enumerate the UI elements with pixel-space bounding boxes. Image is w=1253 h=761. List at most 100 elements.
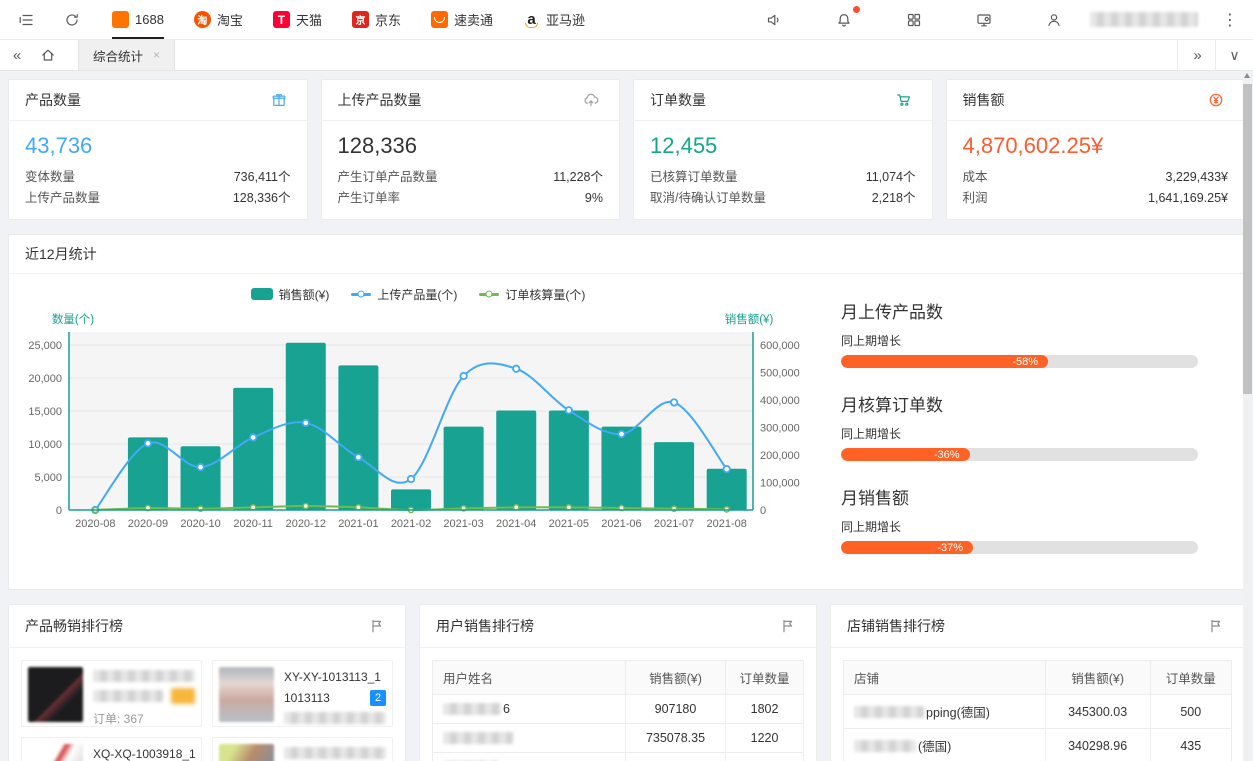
legend-item-订单核算量(个)[interactable]: 订单核算量(个)	[479, 286, 585, 303]
platform-tab-1688[interactable]: 1688	[112, 0, 164, 39]
scrollbar-thumb[interactable]	[1243, 84, 1252, 394]
legend-item-销售额(¥)[interactable]: 销售额(¥)	[251, 286, 330, 303]
user-rank-title: 用户销售排行榜	[436, 616, 534, 636]
platform-label: 淘宝	[217, 10, 243, 29]
platform-tab-亚马逊[interactable]: a亚马逊	[523, 0, 585, 39]
redacted-name: (德国)	[854, 736, 1035, 755]
product-image	[219, 667, 274, 722]
growth-percent: -58%	[1012, 356, 1038, 368]
tmall-icon: T	[273, 11, 290, 28]
bar-2020-11	[233, 388, 273, 510]
orders-cell: 1220	[726, 724, 804, 753]
product-sku-text: XY-XY-1013113_1	[284, 670, 381, 684]
user-rank-panel: 用户销售排行榜 用户姓名销售额(¥)订单数量69071801802735078.…	[419, 604, 817, 761]
stat-card-header: 上传产品数量	[322, 80, 620, 121]
page-scrollbar[interactable]	[1243, 71, 1252, 761]
axis-label: 2021-05	[549, 518, 589, 530]
redacted-block	[443, 732, 513, 744]
bell-icon[interactable]	[832, 8, 856, 32]
product-card-lines	[284, 744, 386, 761]
axis-label: 2020-12	[286, 518, 326, 530]
axis-label: 0	[760, 505, 766, 517]
username-redacted[interactable]	[1090, 12, 1198, 27]
taobao-icon: 淘	[194, 11, 211, 28]
growth-panel: 月上传产品数同上期增长-58%月核算订单数同上期增长-36%月销售额同上期增长-…	[823, 282, 1236, 577]
stat-sub-label: 产生订单率	[338, 188, 401, 209]
product-card-line: 订单: 367	[93, 710, 195, 727]
axis-label: 2020-08	[75, 518, 115, 530]
platform-label: 速卖通	[454, 10, 493, 29]
scroll-up-arrow-icon[interactable]	[1244, 73, 1250, 78]
product-image	[219, 744, 274, 761]
growth-percent: -37%	[937, 542, 963, 554]
stat-card-title: 销售额	[963, 90, 1005, 110]
column-header: 订单数量	[726, 661, 804, 695]
more-icon[interactable]: ⋮	[1222, 10, 1239, 30]
shop-rank-body: 店铺销售额(¥)订单数量pping(德国)345300.03500(德国)340…	[831, 648, 1244, 761]
marker	[723, 466, 729, 472]
orders-cell: 1802	[726, 695, 804, 724]
growth-percent: -36%	[934, 449, 960, 461]
axis-label: 2021-07	[654, 518, 694, 530]
marker	[355, 454, 361, 460]
axis-label: 2020-10	[180, 518, 220, 530]
sales-cell: 345300.03	[1045, 695, 1150, 729]
platform-tab-淘宝[interactable]: 淘淘宝	[194, 0, 243, 39]
axis-label: 数量(个)	[52, 312, 94, 326]
table-body: 69071801802735078.35122055603264.1311296…	[433, 695, 804, 761]
home-icon[interactable]	[32, 40, 64, 70]
tab-summary-statistics[interactable]: 综合统计 ×	[78, 40, 175, 70]
bar-2021-08	[707, 469, 747, 510]
table-row: 55603264.131129	[433, 753, 804, 761]
tabbar-right: » ∨	[1177, 40, 1253, 70]
close-icon[interactable]: ×	[153, 48, 160, 62]
combo-chart: 05,00010,00015,00020,00025,0000100,00020…	[13, 310, 823, 540]
sales-cell: 603264.13	[625, 753, 725, 761]
platform-tab-天猫[interactable]: T 天猫	[273, 0, 322, 39]
platform-tab-京东[interactable]: 京京东	[352, 0, 401, 39]
speaker-icon[interactable]	[762, 8, 786, 32]
stat-sub-value: 3,229,433¥	[1165, 167, 1228, 188]
stat-sub-label: 上传产品数量	[25, 188, 100, 209]
tab-overflow-icon[interactable]: »	[1177, 40, 1215, 70]
apps-icon[interactable]	[902, 8, 926, 32]
growth-title: 月核算订单数	[841, 391, 1198, 416]
product-card[interactable]	[212, 737, 393, 761]
collapse-tabs-icon[interactable]: «	[0, 40, 32, 70]
legend-item-上传产品量(个)[interactable]: 上传产品量(个)	[351, 286, 457, 303]
shop-rank-title: 店铺销售排行榜	[847, 616, 945, 636]
user-name-cell: 6	[433, 695, 626, 724]
stat-card-body: 43,736变体数量736,411个上传产品数量128,336个	[9, 121, 307, 219]
table-row: (德国)340298.96435	[844, 729, 1232, 761]
sales-cell: 907180	[625, 695, 725, 724]
cart-icon	[892, 88, 916, 112]
table-row: 69071801802	[433, 695, 804, 724]
platform-label: 天猫	[296, 10, 322, 29]
axis-label: 200,000	[760, 450, 800, 462]
stat-card-value: 128,336	[338, 133, 604, 159]
growth-sublabel: 同上期增长	[841, 425, 1198, 442]
axis-label: 2021-01	[338, 518, 378, 530]
stat-card-header: 产品数量	[9, 80, 307, 121]
chevron-down-icon[interactable]: ∨	[1215, 40, 1253, 70]
axis-label: 2021-02	[391, 518, 431, 530]
product-card[interactable]: XY-XY-1013113_110131132	[212, 660, 393, 727]
stat-sub-value: 9%	[585, 188, 603, 209]
stat-card-subrow: 利润1,641,169.25¥	[963, 188, 1229, 209]
reload-icon[interactable]	[60, 8, 84, 32]
axis-label: 600,000	[760, 340, 800, 352]
product-card[interactable]: 订单: 367	[21, 660, 202, 727]
flag-icon	[1204, 614, 1228, 638]
menu-fold-icon[interactable]	[14, 8, 38, 32]
chart-panel: 近12月统计 销售额(¥)上传产品量(个)订单核算量(个) 05,00010,0…	[8, 234, 1245, 590]
service-icon[interactable]	[972, 8, 996, 32]
axis-label: 2020-09	[128, 518, 168, 530]
product-card[interactable]: XQ-XQ-1003918_1	[21, 737, 202, 761]
axis-label: 15,000	[28, 406, 62, 418]
platform-tab-速卖通[interactable]: 速卖通	[431, 0, 493, 39]
bar-2021-05	[549, 410, 589, 510]
growth-sublabel: 同上期增长	[841, 518, 1198, 535]
stat-sub-value: 11,074个	[866, 167, 916, 188]
user-icon[interactable]	[1042, 8, 1066, 32]
platform-label: 亚马逊	[546, 10, 585, 29]
